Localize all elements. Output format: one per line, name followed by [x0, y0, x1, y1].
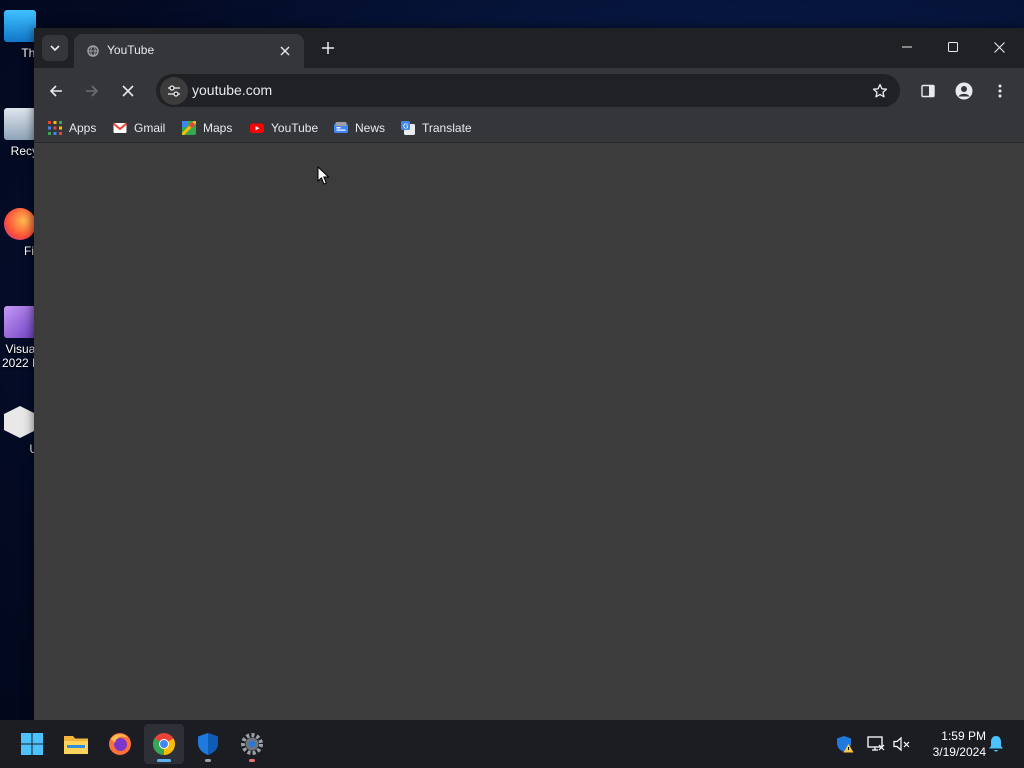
maximize-icon: [948, 42, 958, 52]
tray-volume[interactable]: [890, 732, 914, 756]
desktop-icon-unity[interactable]: U: [2, 406, 38, 456]
bookmark-gmail[interactable]: Gmail: [113, 119, 165, 137]
tune-icon: [168, 85, 180, 97]
taskbar-chrome[interactable]: [144, 724, 184, 764]
bookmarks-bar: Apps Gmail Maps YouTube News G Translate: [34, 114, 1024, 143]
new-tab-button[interactable]: [316, 36, 340, 60]
taskbar-file-explorer[interactable]: [56, 724, 96, 764]
page-content[interactable]: [34, 143, 1024, 720]
taskbar-clock[interactable]: 1:59 PM 3/19/2024: [916, 728, 986, 760]
tray-network[interactable]: [864, 732, 888, 756]
firefox-icon: [4, 208, 36, 240]
taskbar-settings[interactable]: [232, 724, 272, 764]
address-bar[interactable]: youtube.com: [156, 74, 900, 107]
active-app-indicator: [157, 759, 171, 762]
tab-search-button[interactable]: [42, 35, 68, 61]
arrow-left-icon: [49, 85, 62, 97]
network-icon: [867, 736, 885, 751]
bookmark-news[interactable]: News: [334, 119, 385, 137]
more-vertical-icon: [998, 84, 1002, 98]
window-close-button[interactable]: [976, 28, 1022, 66]
close-icon: [280, 46, 290, 56]
settings-icon: [241, 733, 263, 755]
attention-indicator: [249, 759, 255, 762]
profile-icon: [955, 82, 973, 100]
maximize-button[interactable]: [930, 28, 976, 66]
tray-notifications[interactable]: [984, 732, 1008, 756]
menu-button[interactable]: [986, 77, 1014, 105]
forward-button[interactable]: [78, 77, 106, 105]
start-button[interactable]: [12, 724, 52, 764]
tab-title: YouTube: [107, 43, 155, 57]
chrome-icon: [153, 733, 175, 755]
minimize-button[interactable]: [884, 28, 930, 66]
desktop-icon-this-pc[interactable]: Thi: [2, 10, 38, 60]
loading-globe-icon: [87, 45, 99, 57]
chrome-window: YouTube youtube.com Apps Gmail Maps YouT…: [34, 28, 1024, 720]
bookmark-apps[interactable]: Apps: [48, 119, 96, 137]
volume-muted-icon: [893, 736, 910, 752]
back-button[interactable]: [42, 77, 70, 105]
desktop-icon-visual-studio[interactable]: Visual 2022 F: [2, 306, 38, 370]
monitor-icon: [4, 10, 36, 42]
windows-security-icon: [198, 733, 218, 755]
chevron-down-icon: [50, 45, 60, 52]
running-app-indicator: [205, 759, 211, 762]
svg-text:G: G: [403, 123, 408, 131]
taskbar-firefox[interactable]: [100, 724, 140, 764]
clock-date: 3/19/2024: [932, 745, 986, 759]
firefox-icon: [109, 733, 131, 755]
desktop-icon-recycle-bin[interactable]: Recy: [2, 108, 38, 158]
minimize-icon: [902, 46, 912, 48]
url-text[interactable]: youtube.com: [192, 82, 272, 98]
defender-warning-icon: [837, 736, 854, 753]
taskbar: 1:59 PM 3/19/2024: [0, 720, 1024, 768]
tab-strip: YouTube: [34, 28, 1024, 68]
tab-close-button[interactable]: [276, 42, 294, 60]
file-explorer-icon: [64, 736, 88, 754]
stop-icon: [122, 85, 134, 97]
profile-button[interactable]: [950, 77, 978, 105]
visual-studio-icon: [4, 306, 36, 338]
browser-toolbar: youtube.com: [34, 68, 1024, 114]
news-icon: [334, 122, 348, 133]
tab-youtube[interactable]: YouTube: [74, 34, 304, 68]
tray-defender[interactable]: [833, 732, 857, 756]
bookmark-star-button[interactable]: [866, 77, 894, 105]
clock-time: 1:59 PM: [941, 729, 986, 743]
desktop-icon-firefox[interactable]: Fir: [2, 208, 38, 258]
bookmark-maps[interactable]: Maps: [182, 119, 232, 137]
unity-icon: [4, 406, 36, 438]
stop-loading-button[interactable]: [114, 77, 142, 105]
bookmark-youtube[interactable]: YouTube: [250, 119, 318, 137]
recycle-bin-icon: [4, 108, 36, 140]
translate-icon: G: [401, 121, 415, 135]
close-icon: [993, 41, 1005, 53]
start-icon: [21, 733, 43, 755]
side-panel-icon: [921, 84, 935, 98]
gmail-icon: [113, 122, 127, 133]
side-panel-button[interactable]: [914, 77, 942, 105]
star-icon: [872, 83, 888, 98]
youtube-icon: [250, 123, 264, 133]
taskbar-windows-security[interactable]: [188, 724, 228, 764]
site-info-button[interactable]: [160, 77, 188, 105]
arrow-right-icon: [86, 85, 99, 97]
plus-icon: [322, 42, 334, 54]
notifications-icon: [989, 736, 1003, 752]
bookmark-translate[interactable]: G Translate: [401, 119, 472, 137]
maps-icon: [182, 121, 196, 135]
apps-grid-icon: [48, 121, 62, 135]
mouse-cursor-icon: [317, 166, 330, 185]
